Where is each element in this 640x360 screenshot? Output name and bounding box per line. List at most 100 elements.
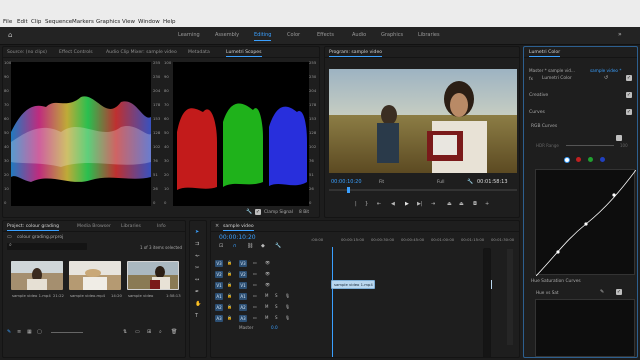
menu-markers[interactable]: Markers [72, 19, 94, 25]
track-target[interactable]: V1 [215, 282, 223, 289]
hue-vs-sat-checkbox[interactable]: ✓ [616, 289, 622, 295]
step-forward-icon[interactable]: ▶| [417, 201, 423, 207]
curve-channel-white[interactable] [564, 157, 570, 163]
workspace-color[interactable]: Color [287, 32, 300, 38]
step-back-icon[interactable]: ◀ [391, 201, 395, 207]
ripple-edit-tool-icon[interactable]: ⟛ [195, 253, 200, 259]
lumetri-effect-label[interactable]: Lumetri Color [542, 76, 572, 81]
razor-tool-icon[interactable]: ✂ [195, 265, 199, 271]
sync-icon[interactable]: ▭ [253, 260, 257, 265]
voiceover-icon[interactable]: 🎙 [285, 293, 290, 298]
creative-checkbox[interactable]: ✓ [626, 92, 632, 98]
pen-tool-icon[interactable]: ✒ [195, 289, 199, 295]
workspace-effects[interactable]: Effects [317, 32, 334, 38]
voiceover-icon[interactable]: 🎙 [285, 315, 290, 320]
go-to-out-icon[interactable]: ⇥ [431, 201, 435, 207]
sync-icon[interactable]: ▭ [253, 315, 257, 320]
nest-icon[interactable]: ⊡ [219, 243, 223, 249]
sort-icon[interactable]: ⇅ [123, 329, 127, 335]
home-icon[interactable]: ⌂ [8, 31, 12, 39]
tab-program[interactable]: Program: sample video [329, 50, 383, 57]
track-target[interactable]: V3 [215, 260, 223, 267]
workspace-assembly[interactable]: Assembly [215, 32, 239, 38]
list-view-icon[interactable]: ≡ [17, 329, 21, 335]
sync-icon[interactable]: ▭ [253, 293, 257, 298]
zoom-slider[interactable] [51, 332, 83, 333]
workspace-editing[interactable]: Editing [254, 32, 272, 41]
effect-enable-checkbox[interactable]: ✓ [626, 75, 632, 81]
tab-info[interactable]: Info [157, 224, 166, 229]
workspace-audio[interactable]: Audio [352, 32, 366, 38]
lift-icon[interactable]: ⏏ [447, 201, 452, 207]
track-header-v3[interactable]: V3 🔒 V3 ▭ 👁 [215, 259, 325, 268]
new-bin-icon[interactable]: ▭ [135, 329, 140, 335]
track-select-tool-icon[interactable]: ⇉ [195, 241, 199, 247]
go-to-in-icon[interactable]: ⇤ [377, 201, 381, 207]
playhead-marker[interactable] [347, 187, 350, 193]
fit-select[interactable]: Fit [379, 180, 384, 185]
eye-icon[interactable]: 👁 [265, 282, 270, 287]
new-item-icon[interactable]: ⊞ [147, 329, 151, 335]
track-header-a2[interactable]: A2 🔒 A2 ▭ M S 🎙 [215, 303, 325, 312]
menu-view[interactable]: View [122, 19, 135, 25]
track-header-v1[interactable]: V1 🔒 V1 ▭ 👁 [215, 281, 325, 290]
tab-audio-clip-mixer[interactable]: Audio Clip Mixer: sample video [106, 50, 177, 55]
tab-lumetri-scopes[interactable]: Lumetri Scopes [226, 50, 262, 57]
menu-graphics[interactable]: Graphics [96, 19, 120, 25]
tab-media-browser[interactable]: Media Browser [77, 224, 111, 229]
lock-icon[interactable]: 🔒 [227, 315, 232, 320]
hue-sat-curves-label[interactable]: Hue Saturation Curves [531, 279, 581, 284]
rgb-curve-graph[interactable] [535, 169, 637, 277]
menu-clip[interactable]: Clip [31, 19, 41, 25]
menu-window[interactable]: Window [138, 19, 160, 25]
solo-icon[interactable]: S [275, 304, 278, 309]
tab-source[interactable]: Source: (no clips) [7, 50, 47, 55]
eye-icon[interactable]: 👁 [265, 260, 270, 265]
track-header-a1[interactable]: A1 🔒 A1 ▭ M S 🎙 [215, 292, 325, 301]
section-curves[interactable]: Curves [529, 110, 545, 115]
wrench-icon[interactable]: 🔧 [467, 179, 473, 185]
menu-sequence[interactable]: Sequence [45, 19, 72, 25]
bit-depth-select[interactable]: 8 Bit [299, 210, 309, 215]
tab-project[interactable]: Project: colour grading [7, 224, 60, 231]
track-name[interactable]: A3 [239, 315, 247, 322]
lock-icon[interactable]: 🔒 [227, 271, 232, 276]
lock-icon[interactable]: 🔒 [227, 304, 232, 309]
export-frame-icon[interactable]: ◘ [473, 201, 477, 207]
track-name[interactable]: A1 [239, 293, 247, 300]
menu-file[interactable]: File [3, 19, 12, 25]
mute-icon[interactable]: M [265, 304, 268, 309]
track-target[interactable]: V2 [215, 271, 223, 278]
sync-icon[interactable]: ▭ [253, 271, 257, 276]
sync-icon[interactable]: ▭ [253, 304, 257, 309]
curves-checkbox[interactable]: ✓ [626, 109, 632, 115]
project-thumb-1[interactable] [11, 261, 63, 290]
mark-in-icon[interactable]: | [355, 201, 357, 207]
marker-icon[interactable]: ◆ [261, 243, 265, 249]
workspace-learning[interactable]: Learning [178, 32, 200, 38]
track-name[interactable]: V2 [239, 271, 247, 278]
curve-channel-blue[interactable] [600, 157, 605, 162]
workspace-libraries[interactable]: Libraries [418, 32, 440, 38]
linked-selection-icon[interactable]: ⛓ [247, 243, 253, 249]
master-track-value[interactable]: 0.0 [271, 325, 278, 330]
workspace-graphics[interactable]: Graphics [381, 32, 403, 38]
snap-icon[interactable]: ∩ [233, 243, 237, 249]
tab-lumetri-color[interactable]: Lumetri Color [529, 50, 561, 57]
project-thumb-3[interactable] [127, 261, 179, 290]
track-target[interactable]: A1 [215, 293, 223, 300]
rgb-curves-label[interactable]: RGB Curves [531, 124, 557, 129]
lock-icon[interactable]: 🔒 [227, 260, 232, 265]
trash-icon[interactable]: 🗑 [171, 329, 177, 335]
wrench-icon[interactable]: 🔧 [246, 209, 252, 215]
mark-out-icon[interactable]: } [365, 201, 368, 207]
extract-icon[interactable]: ⏏ [459, 201, 464, 207]
project-thumb-2[interactable] [69, 261, 121, 290]
reset-icon[interactable]: ↺ [604, 75, 608, 81]
project-search-input[interactable]: ⌕ [7, 242, 87, 250]
lumetri-master-label[interactable]: Master * sample vid... [529, 68, 575, 73]
lock-icon[interactable]: 🔒 [227, 293, 232, 298]
section-creative[interactable]: Creative [529, 93, 548, 98]
timeline-timecode[interactable]: 00:00:10:20 [219, 234, 256, 241]
timeline-vertical-scrollbar[interactable] [507, 249, 513, 345]
